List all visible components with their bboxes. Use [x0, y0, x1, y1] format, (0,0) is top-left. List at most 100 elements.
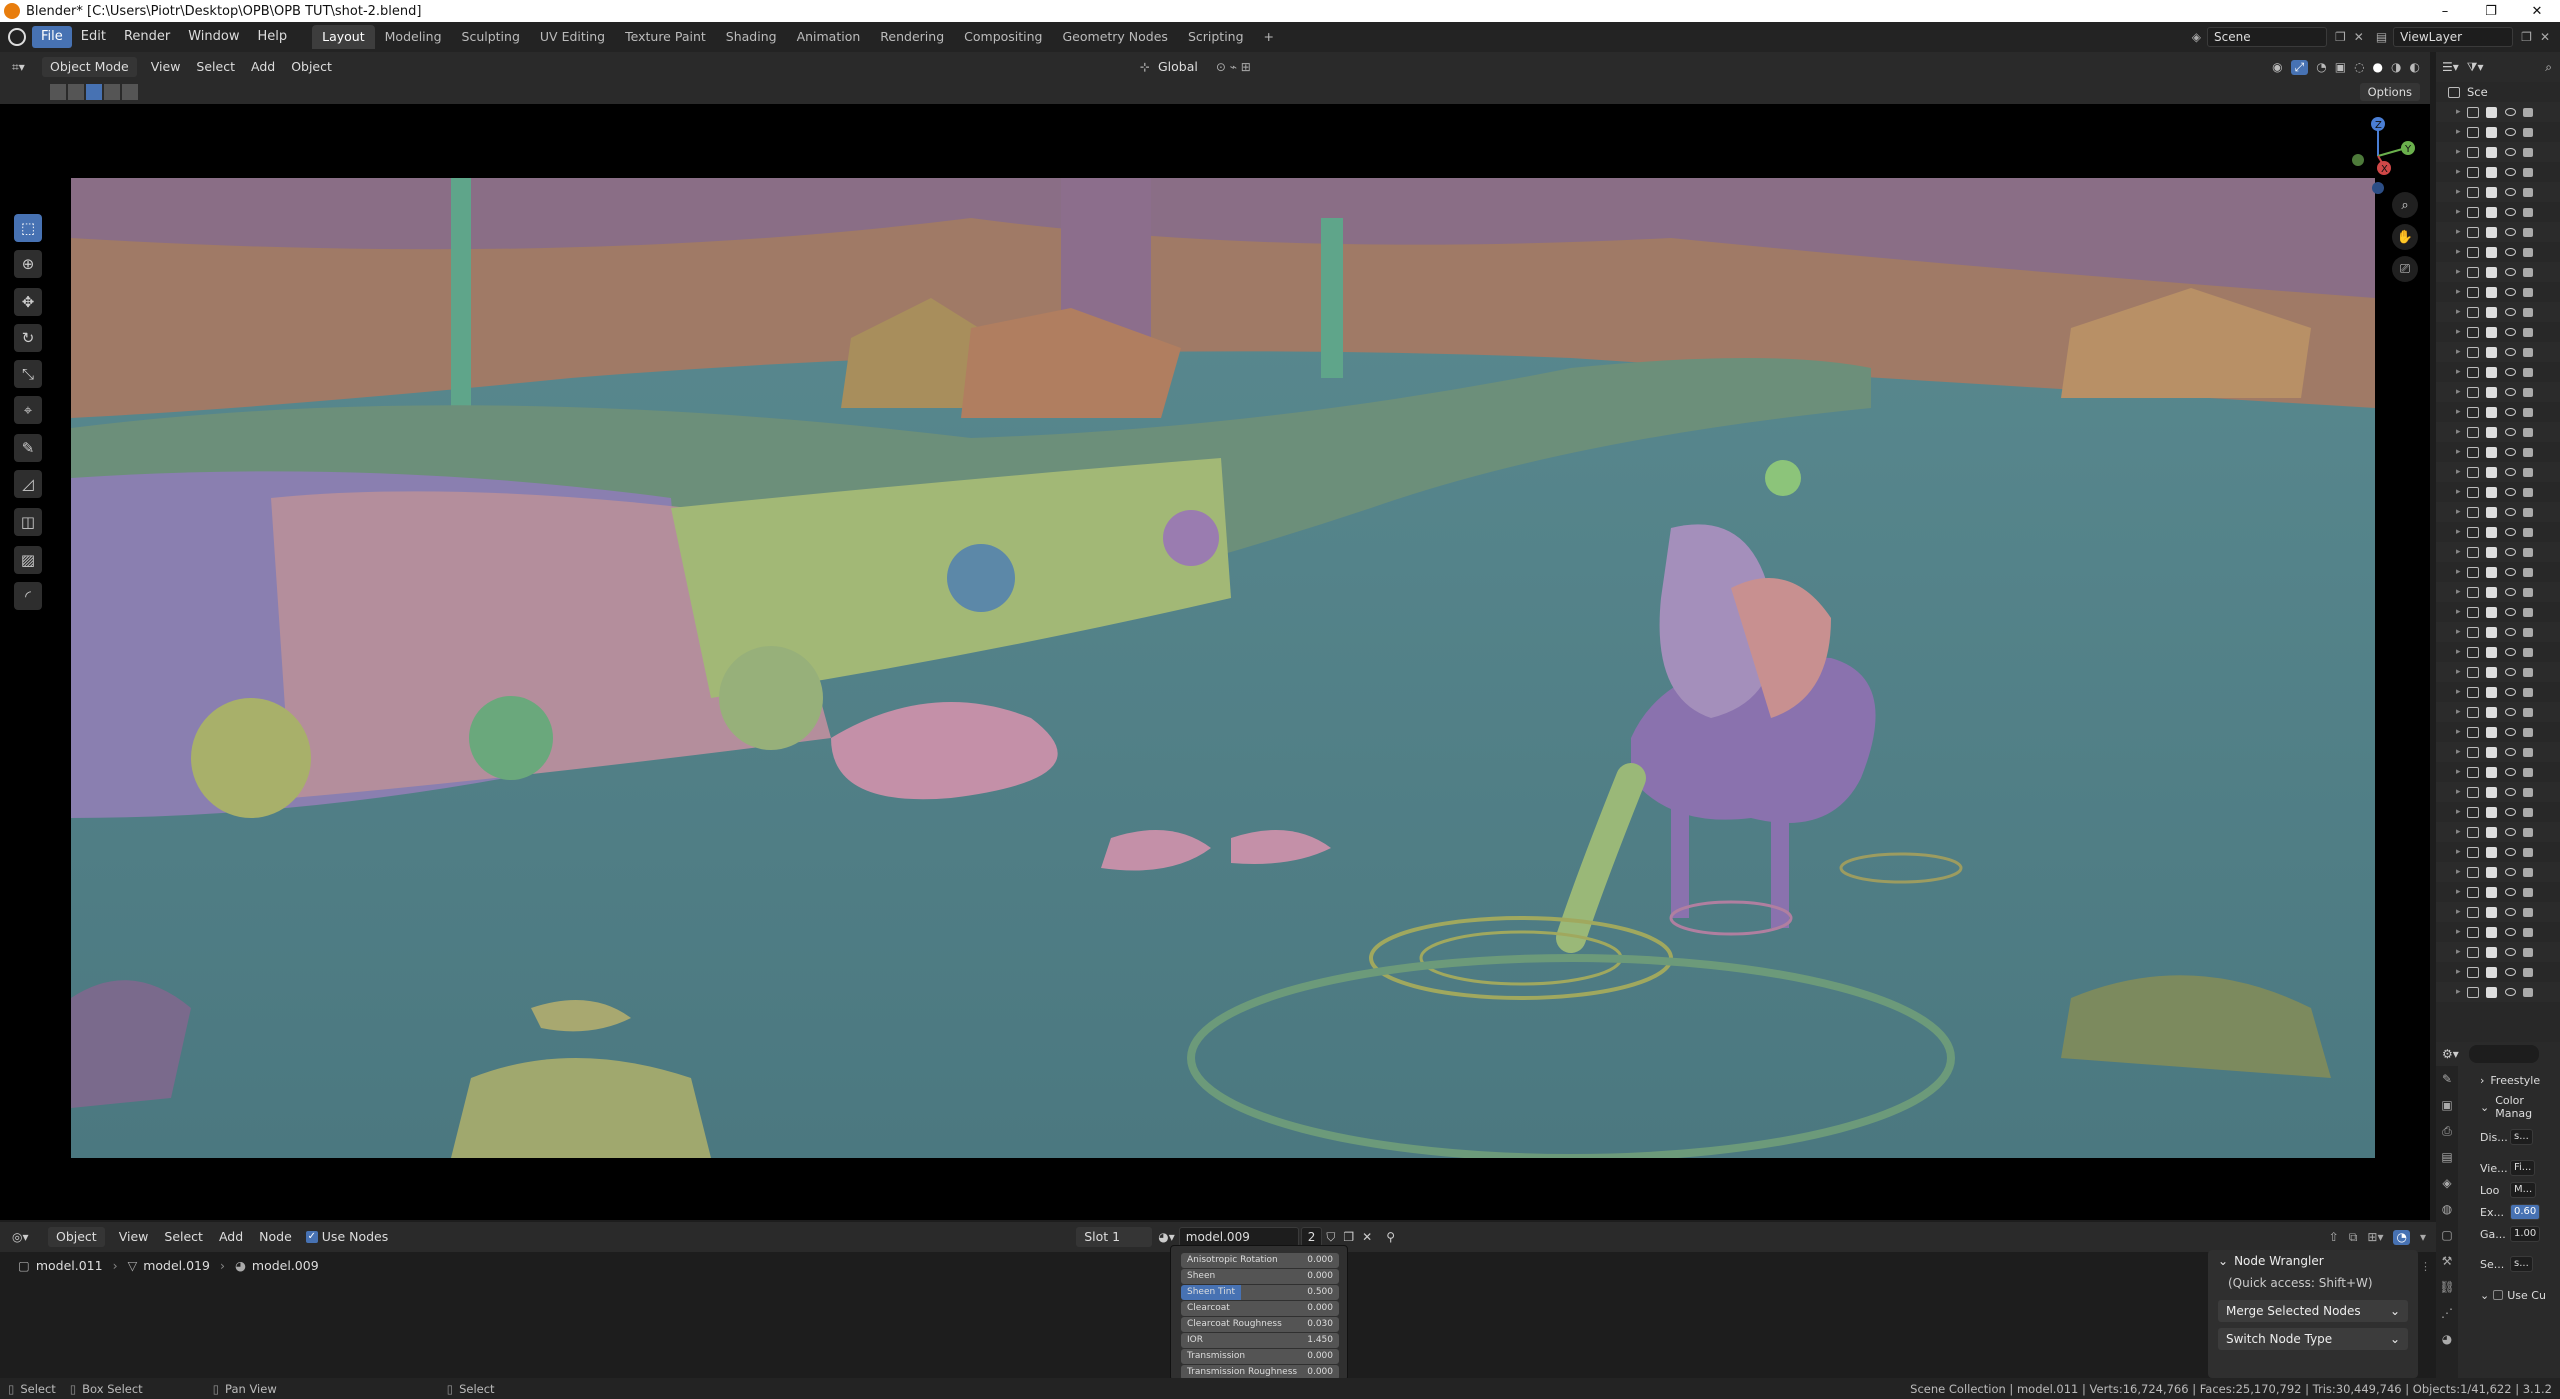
new-scene-icon[interactable]: ❐ [2335, 30, 2346, 44]
outliner-row[interactable]: ▸ [2436, 822, 2560, 842]
outliner-row[interactable]: ▸ [2436, 522, 2560, 542]
tab-layout[interactable]: Layout [312, 25, 375, 49]
expand-arrow-icon[interactable]: ▸ [2456, 727, 2461, 737]
exclude-checkbox[interactable] [2485, 806, 2497, 818]
expand-arrow-icon[interactable]: ▸ [2456, 467, 2461, 477]
use-nodes-checkbox[interactable]: ✓ [305, 1231, 318, 1243]
render-camera-icon[interactable] [2522, 247, 2533, 257]
switch-node-type-button[interactable]: Switch Node Type ⌄ [2218, 1328, 2408, 1350]
constraint-tab-icon[interactable]: ⛓ [2436, 1274, 2458, 1300]
eye-icon[interactable] [2504, 508, 2516, 516]
menu-add[interactable]: Add [243, 57, 283, 77]
eye-icon[interactable] [2504, 128, 2516, 136]
render-camera-icon[interactable] [2522, 807, 2533, 817]
outliner-row[interactable]: ▸ [2436, 842, 2560, 862]
eye-icon[interactable] [2504, 388, 2516, 396]
eye-icon[interactable] [2504, 448, 2516, 456]
rotate-tool[interactable]: ↻ [14, 324, 42, 352]
expand-arrow-icon[interactable]: ▸ [2456, 407, 2461, 417]
editor-type-icon[interactable]: ⌗▾ [12, 60, 42, 75]
data-tab-icon[interactable]: ⋰ [2436, 1300, 2458, 1326]
render-camera-icon[interactable] [2522, 387, 2533, 397]
outliner-row[interactable]: ▸ [2436, 462, 2560, 482]
tab-animation[interactable]: Animation [787, 25, 871, 49]
expand-arrow-icon[interactable]: ▸ [2456, 247, 2461, 257]
render-camera-icon[interactable] [2522, 867, 2533, 877]
exclude-checkbox[interactable] [2485, 886, 2497, 898]
bsdf-input-row[interactable]: Clearcoat Roughness 0.030 [1181, 1317, 1339, 1332]
exclude-checkbox[interactable] [2485, 366, 2497, 378]
expand-arrow-icon[interactable]: ▸ [2456, 647, 2461, 657]
outliner-row[interactable]: ▸ [2436, 362, 2560, 382]
eye-icon[interactable] [2504, 728, 2516, 736]
shear-tool[interactable]: ▨ [14, 546, 42, 574]
render-camera-icon[interactable] [2522, 767, 2533, 777]
render-camera-icon[interactable] [2522, 267, 2533, 277]
exclude-checkbox[interactable] [2485, 266, 2497, 278]
eye-icon[interactable] [2504, 528, 2516, 536]
exclude-checkbox[interactable] [2485, 466, 2497, 478]
tab-texture-paint[interactable]: Texture Paint [615, 25, 716, 49]
outliner-row[interactable]: ▸ [2436, 542, 2560, 562]
exclude-checkbox[interactable] [2485, 306, 2497, 318]
expand-arrow-icon[interactable]: ▸ [2456, 827, 2461, 837]
exposure-row[interactable]: Ex... 0.60 [2480, 1202, 2546, 1222]
material-browse-icon[interactable]: ◕▾ [1158, 1230, 1175, 1244]
outliner-row[interactable]: ▸ [2436, 762, 2560, 782]
tab-shading[interactable]: Shading [716, 25, 787, 49]
eye-icon[interactable] [2504, 868, 2516, 876]
expand-arrow-icon[interactable]: ▸ [2456, 487, 2461, 497]
menu-render[interactable]: Render [115, 26, 179, 48]
render-camera-icon[interactable] [2522, 987, 2533, 997]
expand-arrow-icon[interactable]: ▸ [2456, 587, 2461, 597]
exclude-checkbox[interactable] [2485, 506, 2497, 518]
render-camera-icon[interactable] [2522, 327, 2533, 337]
render-camera-icon[interactable] [2522, 547, 2533, 557]
mode-selector[interactable]: Object Mode [42, 57, 137, 77]
outliner-row[interactable]: ▸ [2436, 742, 2560, 762]
eye-icon[interactable] [2504, 108, 2516, 116]
expand-arrow-icon[interactable]: ▸ [2456, 987, 2461, 997]
expand-arrow-icon[interactable]: ▸ [2456, 547, 2461, 557]
close-button[interactable]: ✕ [2514, 4, 2560, 19]
exclude-checkbox[interactable] [2485, 666, 2497, 678]
eye-icon[interactable] [2504, 688, 2516, 696]
exclude-checkbox[interactable] [2485, 186, 2497, 198]
render-camera-icon[interactable] [2522, 507, 2533, 517]
outliner-row[interactable]: ▸ [2436, 202, 2560, 222]
outliner-row[interactable]: ▸ [2436, 982, 2560, 1002]
exclude-checkbox[interactable] [2485, 126, 2497, 138]
eye-icon[interactable] [2504, 468, 2516, 476]
exclude-checkbox[interactable] [2485, 606, 2497, 618]
eye-icon[interactable] [2504, 368, 2516, 376]
exclude-checkbox[interactable] [2485, 386, 2497, 398]
expand-arrow-icon[interactable]: ▸ [2456, 507, 2461, 517]
exclude-checkbox[interactable] [2485, 326, 2497, 338]
add-cube-tool[interactable]: ◫ [14, 508, 42, 536]
exclude-checkbox[interactable] [2485, 286, 2497, 298]
outliner-row[interactable]: ▸ [2436, 702, 2560, 722]
exclude-checkbox[interactable] [2485, 686, 2497, 698]
select-mode-extend-icon[interactable] [68, 84, 84, 100]
outliner-row[interactable]: ▸ [2436, 342, 2560, 362]
outliner-row[interactable]: ▸ [2436, 162, 2560, 182]
render-camera-icon[interactable] [2522, 147, 2533, 157]
render-camera-icon[interactable] [2522, 527, 2533, 537]
menu-select[interactable]: Select [188, 57, 243, 77]
measure-tool[interactable]: ◿ [14, 470, 42, 498]
tab-scripting[interactable]: Scripting [1178, 25, 1254, 49]
expand-arrow-icon[interactable]: ▸ [2456, 947, 2461, 957]
render-camera-icon[interactable] [2522, 647, 2533, 657]
exclude-checkbox[interactable] [2485, 826, 2497, 838]
exclude-checkbox[interactable] [2485, 486, 2497, 498]
outliner-row[interactable]: ▸ [2436, 482, 2560, 502]
options-dropdown[interactable]: Options [2359, 83, 2420, 101]
expand-arrow-icon[interactable]: ▸ [2456, 747, 2461, 757]
outliner-row[interactable]: ▸ [2436, 942, 2560, 962]
render-camera-icon[interactable] [2522, 127, 2533, 137]
material-name-field[interactable]: model.009 [1178, 1227, 1299, 1247]
outliner-row[interactable]: ▸ [2436, 302, 2560, 322]
eye-icon[interactable] [2504, 908, 2516, 916]
node-editor-type-icon[interactable]: ◎▾ [12, 1230, 48, 1244]
eye-icon[interactable] [2504, 328, 2516, 336]
